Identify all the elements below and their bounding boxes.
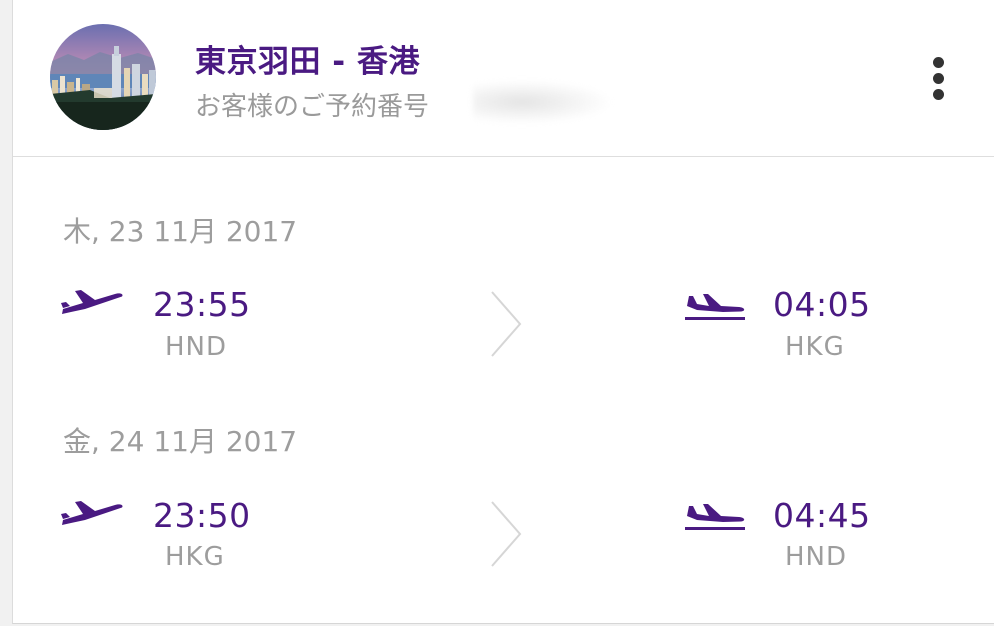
plane-landing-icon xyxy=(685,504,745,530)
departure-time: 23:50 xyxy=(153,496,251,535)
departure-airport: HND xyxy=(165,332,228,362)
departure-airport: HKG xyxy=(165,542,225,572)
plane-takeoff-icon xyxy=(61,501,123,525)
arrival-airport: HND xyxy=(785,542,848,572)
flight-date: 金, 24 11月 2017 xyxy=(63,425,298,458)
departure-time: 23:55 xyxy=(153,285,251,324)
flight-date: 木, 23 11月 2017 xyxy=(63,215,298,248)
plane-landing-icon xyxy=(685,294,745,320)
booking-reference-label: お客様のご予約番号 xyxy=(195,92,430,122)
chevron-right-icon xyxy=(491,291,522,357)
arrival-time: 04:05 xyxy=(773,285,871,324)
booking-card[interactable]: 東京羽田 - 香港 お客様のご予約番号 木, 23 11月 2017 23:55… xyxy=(12,0,994,624)
chevron-right-icon xyxy=(491,501,522,567)
plane-takeoff-icon xyxy=(61,290,123,314)
route-title: 東京羽田 - 香港 xyxy=(195,44,420,80)
arrival-airport: HKG xyxy=(785,332,845,362)
card-header: 東京羽田 - 香港 お客様のご予約番号 xyxy=(13,0,994,157)
booking-reference-redacted xyxy=(473,80,613,124)
destination-photo xyxy=(50,24,156,130)
more-options-button[interactable] xyxy=(921,50,955,106)
arrival-time: 04:45 xyxy=(773,496,871,535)
